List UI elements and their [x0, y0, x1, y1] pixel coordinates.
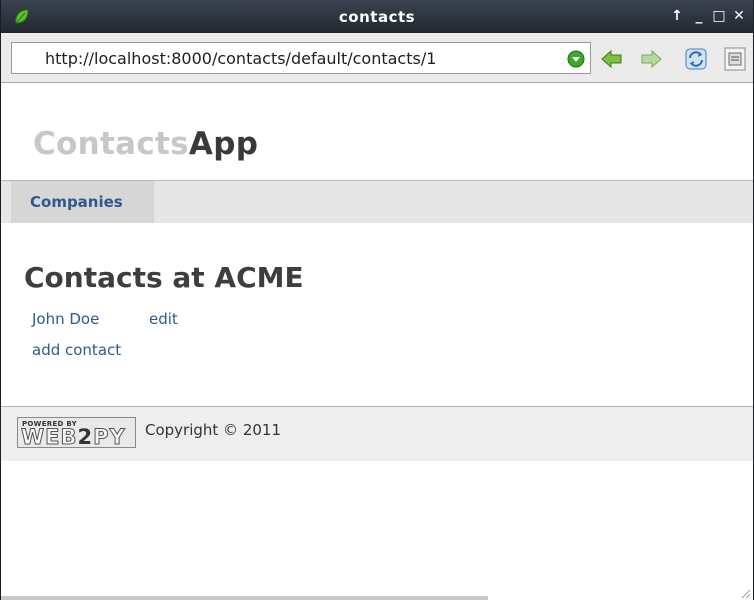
contact-name-link[interactable]: John Doe — [32, 310, 99, 328]
resize-grip-icon[interactable] — [739, 587, 751, 599]
badge-logo-text: WEB2PY — [21, 425, 126, 450]
brand-light: Contacts — [33, 126, 189, 162]
add-contact-link[interactable]: add contact — [32, 341, 121, 359]
footer: POWERED BY WEB2PY Copyright © 2011 — [1, 406, 753, 461]
web2py-badge[interactable]: POWERED BY WEB2PY — [17, 417, 136, 450]
title-bar: contacts ↑ _ □ ✕ — [1, 0, 753, 33]
close-button[interactable]: ✕ — [731, 7, 747, 25]
back-arrow-icon[interactable] — [600, 49, 624, 69]
site-logo[interactable]: ContactsApp — [33, 126, 258, 162]
window-title: contacts — [338, 8, 416, 26]
browser-window: contacts ↑ _ □ ✕ http://localhost:8000/c… — [0, 0, 754, 600]
url-text[interactable]: http://localhost:8000/contacts/default/c… — [45, 49, 436, 68]
horizontal-scrollbar[interactable] — [1, 596, 488, 600]
forward-arrow-icon[interactable] — [639, 49, 663, 69]
reload-icon[interactable] — [684, 47, 708, 71]
maximize-up-button[interactable]: ↑ — [669, 7, 685, 25]
restore-button[interactable]: □ — [711, 7, 727, 25]
address-bar[interactable]: http://localhost:8000/contacts/default/c… — [11, 42, 591, 74]
brand-dark: App — [188, 126, 259, 162]
minimize-button[interactable]: _ — [691, 7, 707, 25]
navigation-bar: http://localhost:8000/contacts/default/c… — [1, 33, 753, 83]
web-page: ContactsApp Companies Contacts at ACME J… — [1, 84, 753, 600]
main-menu: Companies — [1, 180, 753, 223]
copyright-text: Copyright © 2011 — [145, 421, 282, 439]
contact-edit-link[interactable]: edit — [149, 310, 178, 328]
page-info-icon[interactable] — [724, 47, 746, 71]
go-icon[interactable] — [565, 49, 587, 69]
page-title: Contacts at ACME — [24, 261, 304, 294]
menu-item-companies[interactable]: Companies — [11, 181, 154, 223]
